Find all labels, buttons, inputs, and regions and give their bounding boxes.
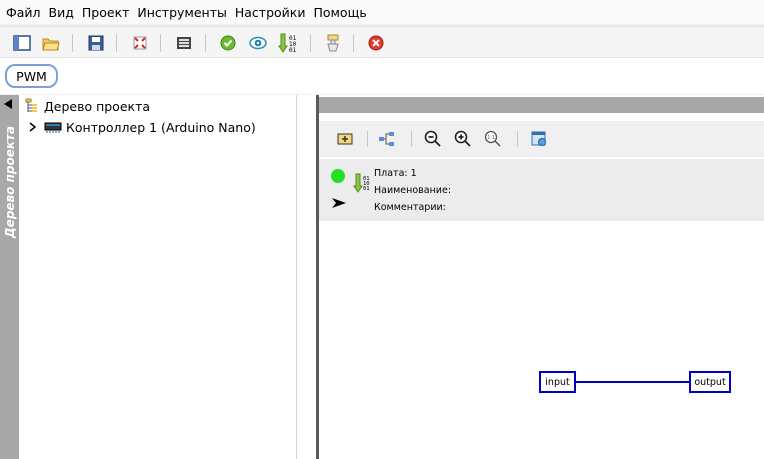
- zoom-in-button[interactable]: [453, 129, 473, 149]
- new-project-icon: [13, 35, 31, 51]
- menu-settings[interactable]: Настройки: [231, 5, 310, 20]
- upload-binary-icon: 01 10 01: [278, 33, 297, 53]
- properties-button[interactable]: [529, 129, 549, 149]
- zoom-reset-button[interactable]: 1:1: [483, 129, 503, 149]
- tree-item-label: Контроллер 1 (Arduino Nano): [66, 119, 256, 135]
- fit-screen-button[interactable]: [129, 32, 151, 54]
- side-panel-strip: Дерево проекта: [0, 95, 19, 459]
- upload-button[interactable]: 01 10 01: [277, 32, 299, 54]
- project-tree-panel: Дерево проекта Контроллер 1 (Arduino Nan…: [19, 95, 296, 459]
- menu-bar: Файл Вид Проект Инструменты Настройки По…: [0, 0, 764, 24]
- pointer-arrow-icon[interactable]: [331, 197, 347, 209]
- hierarchy-icon: [379, 132, 394, 146]
- tree-item-controller-1[interactable]: Контроллер 1 (Arduino Nano): [28, 117, 256, 137]
- close-stop-icon: [368, 35, 384, 51]
- svg-text:01: 01: [289, 47, 297, 53]
- project-tree-icon: [25, 98, 37, 112]
- menu-project[interactable]: Проект: [78, 5, 134, 20]
- menu-file[interactable]: Файл: [2, 5, 45, 20]
- open-button[interactable]: [40, 32, 62, 54]
- clear-icon: [327, 34, 339, 52]
- diagram-canvas[interactable]: input output: [319, 221, 764, 459]
- chevron-right-icon[interactable]: [28, 121, 38, 133]
- properties-icon: [531, 131, 546, 146]
- project-tab-pwm[interactable]: PWM: [5, 64, 58, 88]
- project-tab-strip: PWM: [0, 58, 764, 94]
- editor-toolbar: 1:1: [319, 121, 764, 157]
- view-button[interactable]: [247, 32, 269, 54]
- board-settings-button[interactable]: [173, 32, 195, 54]
- view-eye-icon: [249, 36, 267, 50]
- board-info-panel: 01 10 01 Плата: 1 Наименование: Коммента…: [319, 159, 764, 221]
- open-folder-icon: [42, 38, 60, 51]
- hierarchy-button[interactable]: [377, 129, 397, 149]
- side-panel-label[interactable]: Дерево проекта: [3, 126, 17, 238]
- collapse-arrow-icon[interactable]: [4, 99, 12, 109]
- board-settings-icon: [177, 37, 191, 49]
- save-button[interactable]: [85, 32, 107, 54]
- main-toolbar: 01 10 01: [0, 26, 764, 58]
- new-project-button[interactable]: [11, 32, 33, 54]
- zoom-out-button[interactable]: [423, 129, 443, 149]
- upload-binary-icon: 01 10 01: [353, 173, 370, 193]
- add-block-icon: [337, 133, 353, 145]
- svg-text:01: 01: [363, 186, 370, 192]
- menu-view[interactable]: Вид: [45, 5, 78, 20]
- clear-button[interactable]: [322, 32, 344, 54]
- tree-root-label: Дерево проекта: [44, 98, 151, 114]
- editor-header-bar: [319, 97, 764, 113]
- save-icon: [88, 35, 104, 51]
- input-block[interactable]: input: [539, 371, 576, 393]
- menu-help[interactable]: Помощь: [309, 5, 370, 20]
- board-number: Плата: 1: [374, 168, 417, 179]
- check-icon: [220, 35, 236, 51]
- status-indicator-icon: [331, 169, 345, 183]
- zoom-in-icon: [454, 130, 471, 147]
- stop-button[interactable]: [365, 32, 387, 54]
- board-comment-label: Комментарии:: [374, 202, 446, 213]
- splitter[interactable]: [296, 95, 316, 459]
- diagram-editor: 1:1 01 10 01 Плата: 1 Наименование: Комм…: [316, 95, 764, 459]
- tree-root[interactable]: Дерево проекта: [24, 96, 150, 116]
- controller-chip-icon: [44, 122, 62, 133]
- zoom-out-icon: [424, 130, 441, 147]
- board-name-label: Наименование:: [374, 185, 452, 196]
- menu-tools[interactable]: Инструменты: [133, 5, 230, 20]
- output-block[interactable]: output: [689, 371, 731, 393]
- zoom-reset-icon: 1:1: [484, 130, 501, 147]
- connection-wire[interactable]: [575, 381, 693, 383]
- svg-text:1:1: 1:1: [487, 135, 495, 141]
- add-block-button[interactable]: [335, 129, 355, 149]
- fit-screen-icon: [133, 36, 147, 50]
- check-button[interactable]: [217, 32, 239, 54]
